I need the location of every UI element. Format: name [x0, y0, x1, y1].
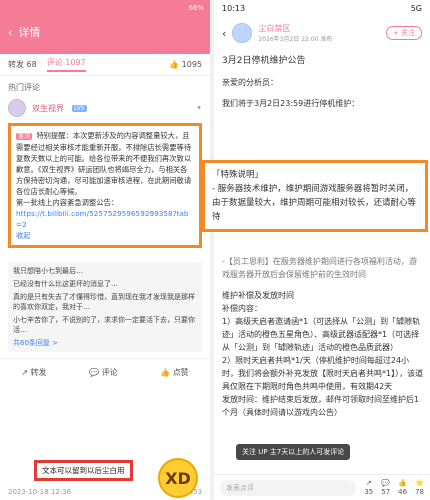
status-bar: 66%: [0, 0, 210, 16]
signal-indicator: 5G: [410, 4, 422, 13]
decoration-icon: ✦: [196, 104, 202, 112]
notice-body: - 服务器技术维护，维护期间游戏服务器将暂时关闭，由于数据量较大，维护周期可能相…: [212, 184, 417, 222]
comment-line2: 第一批线上内容紊急调整公告：: [16, 198, 119, 207]
like-count[interactable]: 👍 46: [398, 479, 407, 497]
reply-list: 我只想陪小七到最后… 已经没有什么比这更坏的消息了… 真的是只有失去了才懂得珍惜…: [8, 262, 202, 352]
share-label: 转发: [30, 368, 47, 377]
like-count-value: 1095: [181, 60, 202, 69]
comment-link[interactable]: https://t.bilibili.com/52575295965929935…: [16, 208, 194, 230]
laughing-emoji-icon: XD: [158, 458, 198, 498]
status-bar: 10:13 5G: [214, 0, 430, 17]
comment-user: 双生视界 LV5 ✦: [0, 95, 210, 121]
username[interactable]: 双生视界: [32, 103, 64, 114]
compensation-label: 补偿内容：: [222, 304, 262, 313]
post-date: 2026年3月2日 22:00 发布: [258, 36, 333, 43]
tab-forward[interactable]: 转发 68: [8, 59, 37, 70]
share-count[interactable]: ↗ 35: [364, 479, 373, 497]
share-button[interactable]: ↗ 转发: [21, 367, 46, 378]
right-panel: 10:13 5G ‹ 尘白禁区 2026年3月2日 22:00 发布 + 关注 …: [214, 0, 430, 500]
favorite-count[interactable]: ⭐ 78: [415, 479, 424, 497]
compensation-item: 2）限时天启者共鸣*1/天（停机维护时间每超过24小时，我们将会额外补充发放【限…: [222, 356, 424, 391]
intro: 我们将于3月2日23:59进行停机维护：: [222, 99, 360, 108]
comment-actions: ↗ 转发 💬 评论 👍 点赞: [0, 358, 210, 386]
comment-text: 特别提醒：本次更新涉及的内容调整量较大，且需要经过相关审核才能重新开服，不排除店…: [16, 131, 192, 196]
tab-comments[interactable]: 评论 1097: [46, 57, 86, 72]
post-title: 3月2日停机维护公告: [222, 56, 306, 66]
like-count-value: 46: [398, 487, 408, 496]
like-label: 点赞: [172, 368, 189, 377]
comment-count-value: 57: [381, 487, 391, 496]
avatar[interactable]: [8, 99, 26, 117]
left-header: 66% ‹ 详情: [0, 0, 210, 54]
notice-head: 「特殊说明」: [212, 170, 264, 180]
comment-meta: [0, 250, 210, 258]
level-badge: LV5: [72, 104, 87, 112]
bottom-bar: 发表点评 ↗ 35 💬 57 👍 46 ⭐ 78: [214, 474, 430, 500]
author-name[interactable]: 尘白禁区: [258, 23, 332, 34]
post-header: ‹ 尘白禁区 2026年3月2日 22:00 发布 + 关注: [214, 17, 430, 49]
share-count-value: 35: [364, 487, 374, 496]
comment-input[interactable]: 发表点评: [220, 479, 357, 496]
back-icon[interactable]: ‹: [222, 27, 226, 40]
toast-message: 关注 UP 主7天以上的人可发评论: [236, 444, 351, 460]
left-panel: 66% ‹ 详情 转发 68 评论 1097 👍 1095 热门评论 双生视界 …: [0, 0, 210, 500]
hot-comments-title: 热门评论: [8, 83, 40, 92]
reply-label: 评论: [101, 368, 118, 377]
favorite-count-value: 78: [415, 487, 424, 496]
comment-count[interactable]: 💬 57: [381, 479, 390, 497]
tab-bar: 转发 68 评论 1097 👍 1095: [0, 54, 210, 76]
author-avatar[interactable]: [232, 23, 253, 43]
pinned-tag: 置顶: [16, 133, 33, 140]
header-title-row: ‹ 详情: [8, 24, 40, 40]
special-notice: 「特殊说明」 - 服务器技术维护，维护期间游戏服务器将暂时关闭，由于数据量较大，…: [202, 160, 428, 232]
post-content: 3月2日停机维护公告 亲爱的分析员： 我们将于3月2日23:59进行停机维护：: [214, 49, 430, 122]
reply-item[interactable]: 已经没有什么比这更坏的消息了…: [13, 279, 197, 289]
back-icon[interactable]: ‹: [8, 26, 12, 39]
like-count[interactable]: 👍 1095: [169, 60, 202, 69]
like-button[interactable]: 👍 点赞: [160, 367, 189, 378]
compensation-item: 1）高级天启者邀请函*1（可选择从「公测」到「罅隙轨迹」活动的橙色五星角色）、高…: [222, 317, 421, 352]
pinned-comment: 置顶 特别提醒：本次更新涉及的内容调整量较大，且需要经过相关审核才能重新开服，不…: [8, 123, 202, 248]
compensation-title: 维护补偿及发放时间: [222, 291, 294, 300]
reply-item[interactable]: 真的是只有失去了才懂得珍惜，直到现在我才发现我是那样的喜欢你双定，我对于…: [13, 292, 197, 312]
greeting: 亲爱的分析员：: [222, 78, 278, 87]
more-replies-link[interactable]: 共60条回复 >: [13, 338, 197, 348]
bottom-date: 2023-10-18 12:36: [8, 488, 72, 496]
release-time: 发放时间：维护结束后发放，邮件可领取时间至维护后1个月（具体时间请以游戏内公告）: [222, 395, 420, 417]
page-title: 详情: [18, 26, 41, 39]
reply-item[interactable]: 小七辛苦你了，不说别的了，求求你一定要活下去，只要你活…: [13, 315, 197, 335]
post-lower: -【员工恩利】在服务器维护期间进行各项福利活动，游戏服务器开放后会保留维护前的生…: [222, 255, 424, 419]
callout-annotation: 文本可以留到以后尘白用: [34, 460, 133, 481]
follow-button[interactable]: + 关注: [385, 26, 422, 40]
author-info: 尘白禁区 2026年3月2日 22:00 发布: [258, 23, 332, 43]
welfare-note: -【员工恩利】在服务器维护期间进行各项福利活动，游戏服务器开放后会保留维护前的生…: [222, 257, 417, 279]
collapse-link[interactable]: 收起: [16, 230, 194, 241]
reply-button[interactable]: 💬 评论: [89, 367, 118, 378]
battery-level: 66%: [188, 4, 204, 12]
reply-item[interactable]: 我只想陪小七到最后…: [13, 266, 197, 276]
status-time: 10:13: [222, 4, 246, 13]
